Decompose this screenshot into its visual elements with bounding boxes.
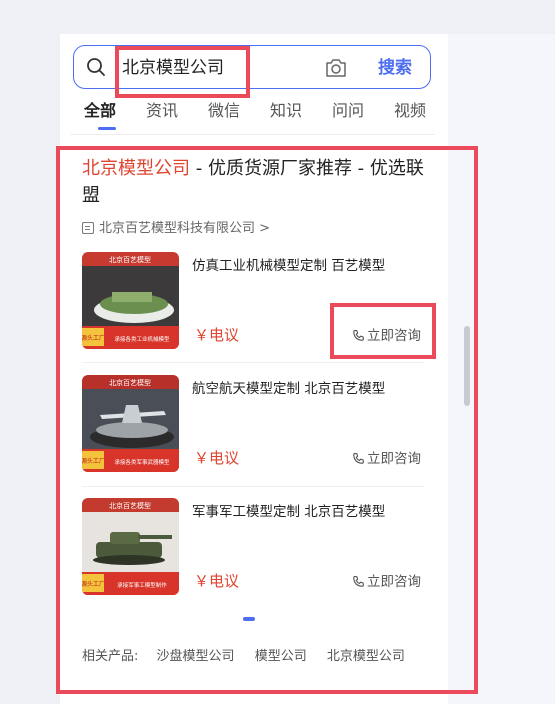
product-thumbnail[interactable]: 北京百艺模型 源头工厂 承接军事工模型制作 bbox=[82, 498, 179, 595]
phone-icon bbox=[353, 452, 364, 464]
tab-divider bbox=[70, 134, 435, 135]
product-item[interactable]: 北京百艺模型 源头工厂 承接各类军事武器模型 航空航天模型定制 北京百艺模型 ￥… bbox=[82, 375, 424, 473]
building-icon bbox=[82, 222, 94, 234]
thumb-footer: 承接各类军事武器模型 bbox=[114, 458, 170, 466]
related-link[interactable]: 模型公司 bbox=[255, 649, 307, 664]
thumb-header: 北京百艺模型 bbox=[109, 378, 151, 387]
tab-all[interactable]: 全部 bbox=[84, 100, 116, 122]
product-thumbnail[interactable]: 北京百艺模型 源头工厂 承接各类军事武器模型 bbox=[82, 375, 179, 472]
product-item[interactable]: 北京百艺模型 源头工厂 承接军事工模型制作 军事军工模型定制 北京百艺模型 ￥电… bbox=[82, 498, 424, 596]
related-link[interactable]: 北京模型公司 bbox=[327, 649, 405, 664]
related-products: 相关产品: 沙盘模型公司 模型公司 北京模型公司 bbox=[82, 648, 421, 666]
product-item[interactable]: 北京百艺模型 源头工厂 承接各类工业机械模型 仿真工业机械模型定制 百艺模型 ￥… bbox=[82, 252, 424, 350]
product-price: ￥电议 bbox=[194, 572, 240, 590]
search-input[interactable]: 北京模型公司 bbox=[122, 57, 224, 79]
product-name[interactable]: 仿真工业机械模型定制 百艺模型 bbox=[192, 256, 385, 276]
tab-news[interactable]: 资讯 bbox=[146, 100, 178, 122]
thumb-badge: 源头工厂 bbox=[82, 457, 105, 465]
item-divider bbox=[82, 362, 424, 363]
company-name: 北京百艺模型科技有限公司 bbox=[99, 221, 256, 236]
related-label: 相关产品: bbox=[82, 649, 139, 664]
search-icon bbox=[87, 58, 105, 76]
tab-qa[interactable]: 问问 bbox=[332, 100, 364, 122]
carousel-indicator bbox=[243, 617, 255, 621]
tab-wechat[interactable]: 微信 bbox=[208, 100, 240, 122]
product-name[interactable]: 军事军工模型定制 北京百艺模型 bbox=[192, 502, 385, 522]
active-tab-indicator bbox=[98, 127, 116, 130]
consult-label: 立即咨询 bbox=[367, 574, 421, 590]
thumb-header: 北京百艺模型 bbox=[109, 501, 151, 510]
company-link[interactable]: 北京百艺模型科技有限公司 > bbox=[82, 220, 270, 238]
related-link[interactable]: 沙盘模型公司 bbox=[157, 649, 235, 664]
consult-label: 立即咨询 bbox=[367, 451, 421, 467]
result-title[interactable]: 北京模型公司 - 优质货源厂家推荐 - 优选联盟 bbox=[82, 155, 427, 209]
scrollbar-thumb[interactable] bbox=[464, 326, 470, 406]
search-button[interactable]: 搜索 bbox=[378, 57, 412, 79]
consult-button[interactable]: 立即咨询 bbox=[352, 450, 421, 468]
search-bar[interactable]: 北京模型公司 搜索 bbox=[73, 45, 431, 89]
tab-video[interactable]: 视频 bbox=[394, 100, 426, 122]
thumb-footer: 承接军事工模型制作 bbox=[117, 581, 167, 589]
camera-icon[interactable] bbox=[324, 57, 348, 79]
thumb-badge: 源头工厂 bbox=[82, 580, 105, 588]
tab-knowledge[interactable]: 知识 bbox=[270, 100, 302, 122]
thumb-badge: 源头工厂 bbox=[82, 334, 105, 342]
item-divider bbox=[82, 486, 424, 487]
product-price: ￥电议 bbox=[194, 449, 240, 467]
phone-icon bbox=[353, 575, 364, 587]
tab-bar: 全部 资讯 微信 知识 问问 视频 bbox=[84, 100, 434, 130]
title-highlight: 北京模型公司 bbox=[82, 158, 190, 179]
consult-button[interactable]: 立即咨询 bbox=[352, 327, 421, 345]
consult-button[interactable]: 立即咨询 bbox=[352, 573, 421, 591]
thumb-header: 北京百艺模型 bbox=[109, 255, 151, 264]
consult-label: 立即咨询 bbox=[367, 328, 421, 344]
product-name[interactable]: 航空航天模型定制 北京百艺模型 bbox=[192, 379, 385, 399]
chevron-right-icon: > bbox=[259, 221, 271, 236]
thumb-footer: 承接各类工业机械模型 bbox=[114, 335, 170, 343]
phone-icon bbox=[353, 329, 364, 341]
product-thumbnail[interactable]: 北京百艺模型 源头工厂 承接各类工业机械模型 bbox=[82, 252, 179, 349]
product-price: ￥电议 bbox=[194, 326, 240, 344]
